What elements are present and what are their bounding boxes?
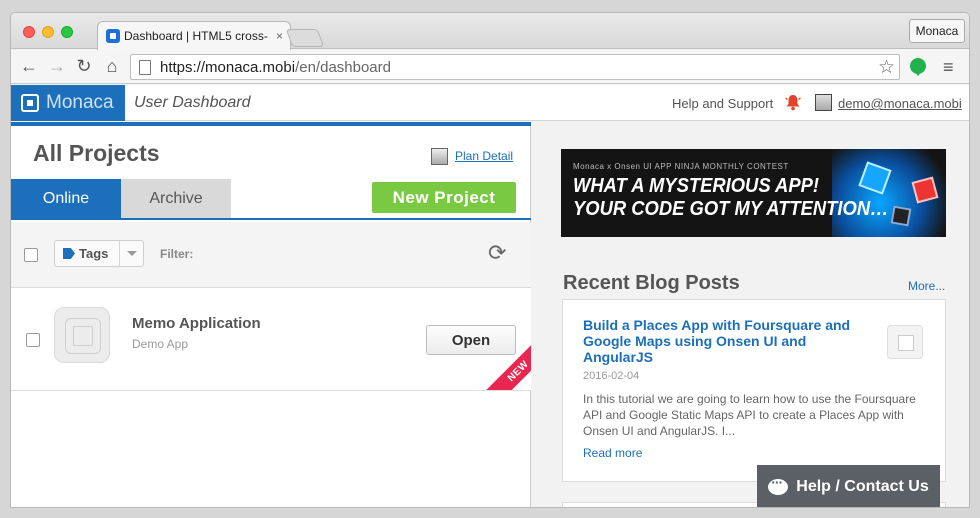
more-posts-link[interactable]: More... [908, 279, 945, 293]
logo-text: Monaca [46, 92, 114, 113]
plan-avatar [431, 148, 448, 165]
projects-panel: All Projects Plan Detail Online Archive … [11, 122, 531, 507]
help-and-support-link[interactable]: Help and Support [672, 96, 773, 111]
monaca-logo-icon [21, 94, 39, 112]
notification-bell-icon[interactable] [784, 93, 802, 111]
user-email-link[interactable]: demo@monaca.mobi [838, 96, 962, 111]
all-projects-heading: All Projects [33, 140, 160, 166]
info-panel: Monaca x Onsen UI APP NINJA MONTHLY CONT… [532, 122, 969, 507]
back-arrow-icon[interactable]: ← [19, 56, 39, 76]
tags-dropdown[interactable]: Tags [54, 240, 144, 267]
home-icon[interactable]: ⌂ [102, 56, 122, 76]
profile-button[interactable]: Monaca [909, 19, 965, 43]
plan-detail-link[interactable]: Plan Detail [455, 149, 513, 163]
blog-post-excerpt: In this tutorial we are going to learn h… [583, 392, 916, 438]
monaca-favicon-icon [106, 29, 120, 43]
window-minimize-button[interactable] [42, 26, 54, 38]
address-bar[interactable]: https://monaca.mobi/en/dashboard ☆ [130, 54, 900, 80]
tag-icon [63, 248, 75, 259]
ninja-cube-icon [890, 205, 912, 227]
reload-icon[interactable]: ↻ [74, 56, 94, 76]
tab-online[interactable]: Online [11, 179, 121, 218]
window-maximize-button[interactable] [61, 26, 73, 38]
browser-titlebar: Dashboard | HTML5 cross- × Monaca [11, 13, 969, 50]
browser-window: Dashboard | HTML5 cross- × Monaca ← → ↻ … [10, 12, 970, 508]
tags-label: Tags [79, 246, 109, 261]
chevron-down-icon[interactable] [119, 241, 143, 266]
blog-post-title[interactable]: Build a Places App with Foursquare and G… [583, 317, 863, 365]
new-tab-button[interactable] [285, 29, 325, 47]
browser-menu-icon[interactable]: ≡ [943, 57, 954, 78]
chat-bubble-icon [768, 474, 789, 495]
open-project-button[interactable]: Open [426, 325, 516, 355]
blog-post-thumbnail [887, 325, 923, 359]
new-project-button[interactable]: New Project [372, 182, 516, 213]
user-avatar[interactable] [815, 94, 832, 111]
contest-banner[interactable]: Monaca x Onsen UI APP NINJA MONTHLY CONT… [561, 149, 946, 237]
tab-archive[interactable]: Archive [121, 179, 231, 218]
browser-tab-dashboard[interactable]: Dashboard | HTML5 cross- × [97, 21, 291, 50]
filter-label: Filter: [160, 247, 194, 261]
tab-close-icon[interactable]: × [276, 29, 283, 43]
window-close-button[interactable] [23, 26, 35, 38]
url-host: https://monaca.mobi [160, 58, 296, 76]
blog-post-date: 2016-02-04 [583, 370, 640, 382]
refresh-icon[interactable]: ⟳ [488, 241, 506, 266]
monaca-logo[interactable]: Monaca [11, 85, 125, 121]
forward-arrow-icon[interactable]: → [47, 56, 67, 76]
extension-icon[interactable] [910, 58, 926, 76]
projects-top-bar [11, 122, 531, 126]
project-checkbox[interactable] [26, 333, 40, 347]
banner-headline-1: WHAT A MYSTERIOUS APP! [573, 175, 820, 197]
page-icon [139, 59, 151, 75]
project-tabs: Online Archive New Project [11, 179, 531, 220]
banner-headline-2: YOUR CODE GOT MY ATTENTION… [573, 198, 889, 220]
project-subtitle: Demo App [132, 337, 189, 351]
recent-blog-posts-heading: Recent Blog Posts [563, 272, 740, 294]
help-contact-button[interactable]: Help / Contact Us [757, 465, 940, 507]
select-all-checkbox[interactable] [24, 248, 38, 262]
project-app-icon [54, 307, 110, 363]
page-title: User Dashboard [134, 94, 251, 111]
bookmark-star-icon[interactable]: ☆ [878, 56, 895, 79]
project-name[interactable]: Memo Application [132, 315, 261, 332]
banner-contest-label: Monaca x Onsen UI APP NINJA MONTHLY CONT… [573, 162, 789, 171]
url-path: /en/dashboard [295, 58, 391, 76]
blog-post-card: Build a Places App with Foursquare and G… [562, 299, 946, 482]
help-contact-label: Help / Contact Us [796, 477, 929, 495]
tab-title: Dashboard | HTML5 cross- [124, 29, 268, 43]
filter-bar: Tags Filter: ⟳ [11, 222, 531, 288]
browser-toolbar: ← → ↻ ⌂ https://monaca.mobi/en/dashboard… [11, 50, 969, 84]
project-row[interactable]: Memo Application Demo App Open NEW [11, 288, 531, 391]
read-more-link[interactable]: Read more [583, 446, 642, 460]
monaca-dashboard: Monaca User Dashboard Help and Support d… [11, 85, 969, 507]
app-header: Monaca User Dashboard Help and Support d… [11, 85, 969, 121]
